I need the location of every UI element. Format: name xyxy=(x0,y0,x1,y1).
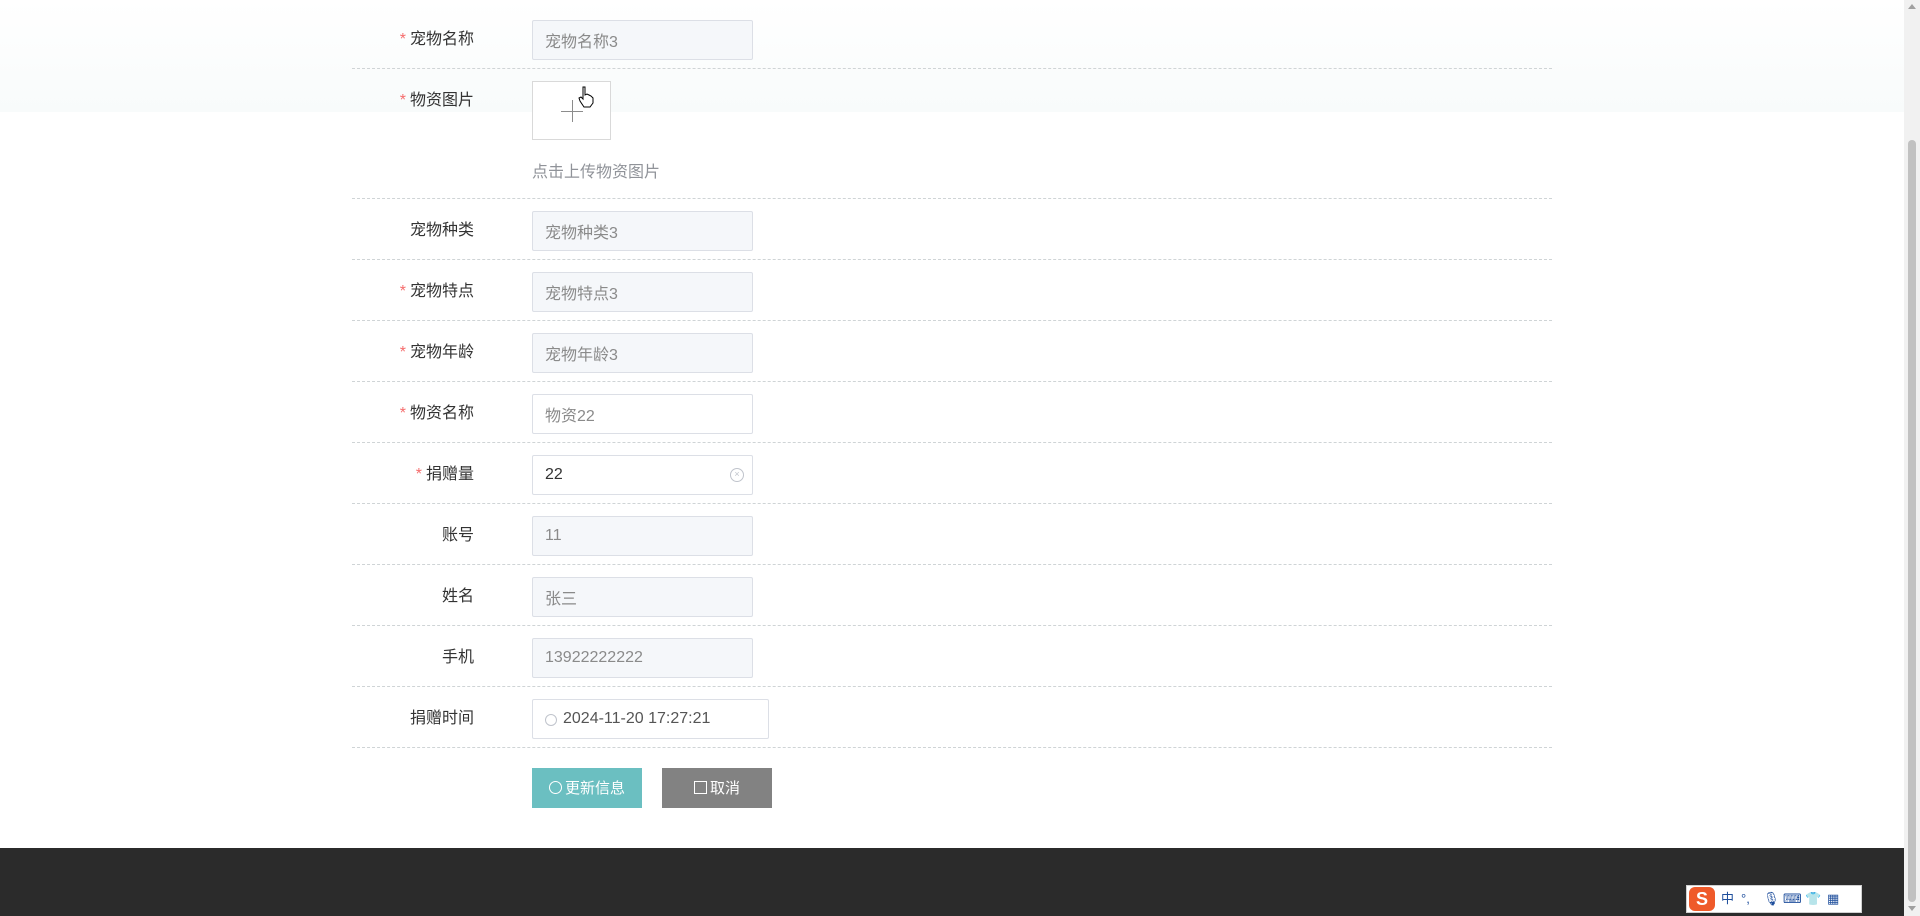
microphone-icon[interactable]: 🎙 xyxy=(1763,891,1780,907)
form-row-name: 姓名 xyxy=(352,565,1552,626)
phone-input[interactable] xyxy=(532,638,753,678)
required-star: * xyxy=(399,31,406,48)
label-text: 手机 xyxy=(441,649,474,666)
label-text: 宠物特点 xyxy=(409,283,474,300)
field-label: * 捐赠量 xyxy=(352,465,474,485)
toolbox-grid-icon[interactable]: ▦ xyxy=(1827,891,1839,907)
clear-icon[interactable]: × xyxy=(730,468,744,482)
required-star: * xyxy=(399,283,406,300)
form-row-pet-name: * 宠物名称 xyxy=(352,8,1552,69)
form-row-donation-time: 捐赠时间 2024-11-20 17:27:21 xyxy=(352,687,1552,748)
field-label: 捐赠时间 xyxy=(352,709,474,729)
form-row-pet-traits: * 宠物特点 xyxy=(352,260,1552,321)
field-label: 账号 xyxy=(352,526,474,546)
supply-name-input[interactable] xyxy=(532,394,753,434)
field-label: * 宠物年龄 xyxy=(352,343,474,363)
pet-type-input[interactable] xyxy=(532,211,753,251)
plus-icon-vertical xyxy=(572,100,573,122)
pet-name-input[interactable] xyxy=(532,20,753,60)
donation-time-picker[interactable]: 2024-11-20 17:27:21 xyxy=(532,699,769,739)
field-label: * 物资图片 xyxy=(352,91,474,111)
label-text: 宠物年龄 xyxy=(409,344,474,361)
cancel-button[interactable]: 取消 xyxy=(662,768,772,808)
form-row-supply-image: * 物资图片 点击上传物资图片 xyxy=(352,69,1552,199)
ime-language-toggle[interactable]: 中 xyxy=(1721,891,1734,907)
ime-punctuation-toggle[interactable]: °, xyxy=(1741,891,1750,907)
field-label: 手机 xyxy=(352,648,474,668)
form-row-donation-amount: *捐赠量 × xyxy=(352,443,1552,504)
skin-shirt-icon[interactable]: 👕 xyxy=(1805,891,1821,907)
form-row-pet-age: * 宠物年龄 xyxy=(352,321,1552,382)
label-text: 捐赠时间 xyxy=(409,710,474,727)
pet-age-input[interactable] xyxy=(532,333,753,373)
form-row-phone: 手机 xyxy=(352,626,1552,687)
close-square-icon xyxy=(693,781,707,794)
donation-amount-input[interactable] xyxy=(532,455,753,495)
required-star: * xyxy=(399,344,406,361)
ime-logo: S xyxy=(1689,887,1715,911)
pet-traits-input[interactable] xyxy=(532,272,753,312)
label-text: 宠物种类 xyxy=(409,222,474,239)
label-text: 宠物名称 xyxy=(409,31,474,48)
label-text: 账号 xyxy=(441,527,474,544)
account-input[interactable] xyxy=(532,516,753,556)
field-label: 姓名 xyxy=(352,587,474,607)
label-text: 姓名 xyxy=(441,588,474,605)
donation-time-value: 2024-11-20 17:27:21 xyxy=(563,710,711,727)
scroll-up-icon[interactable] xyxy=(1908,4,1916,9)
update-button-label: 更新信息 xyxy=(564,780,625,797)
keyboard-icon[interactable]: ⌨ xyxy=(1783,891,1802,907)
field-label: * 宠物特点 xyxy=(352,282,474,302)
field-label: * 宠物名称 xyxy=(352,30,474,50)
image-upload-button[interactable] xyxy=(532,81,611,140)
update-button[interactable]: 更新信息 xyxy=(532,768,642,808)
ime-toolbar[interactable]: S 中 °, 🎙 ⌨ 👕 ▦ xyxy=(1686,885,1862,913)
edit-form: *宠物名称 *物资图片 点击上传物资图片 宠物种类 *宠物特点 *宠物年龄 *物… xyxy=(352,8,1552,748)
field-label: * 物资名称 xyxy=(352,404,474,424)
label-text: 物资名称 xyxy=(409,405,474,422)
scroll-down-icon[interactable] xyxy=(1908,906,1916,911)
required-star: * xyxy=(399,92,406,109)
upload-hint: 点击上传物资图片 xyxy=(532,164,661,181)
required-star: * xyxy=(399,405,406,422)
label-text: 物资图片 xyxy=(409,92,474,109)
page-viewport: *宠物名称 *物资图片 点击上传物资图片 宠物种类 *宠物特点 *宠物年龄 *物… xyxy=(0,0,1904,916)
check-circle-icon xyxy=(548,781,562,794)
vertical-scrollbar[interactable] xyxy=(1904,0,1920,916)
form-row-pet-type: 宠物种类 xyxy=(352,199,1552,260)
page-footer xyxy=(0,848,1904,916)
pointer-cursor-icon xyxy=(578,86,594,108)
scrollbar-thumb[interactable] xyxy=(1908,140,1916,902)
field-label: 宠物种类 xyxy=(352,221,474,241)
name-input[interactable] xyxy=(532,577,753,617)
label-text: 捐赠量 xyxy=(425,466,474,483)
required-star: * xyxy=(415,466,422,483)
cancel-button-label: 取消 xyxy=(709,780,740,797)
clock-icon xyxy=(545,714,557,726)
form-row-account: 账号 xyxy=(352,504,1552,565)
form-row-supply-name: * 物资名称 xyxy=(352,382,1552,443)
